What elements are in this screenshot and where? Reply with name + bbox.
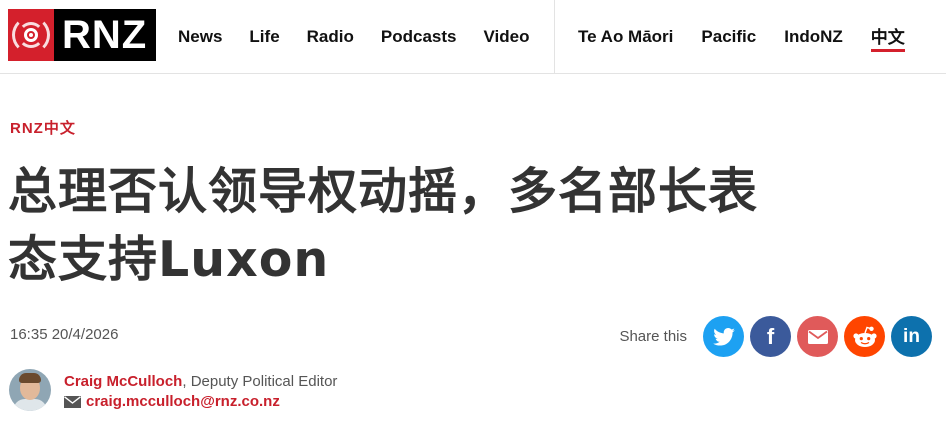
logo-text: RNZ [62,13,148,57]
twitter-icon [712,327,735,346]
main-nav: News Life Radio Podcasts Video [178,0,556,74]
author-byline: Craig McCulloch, Deputy Political Editor [64,373,337,390]
rnz-logo[interactable]: RNZ [8,9,156,61]
headline-line-1: 总理否认领导权动摇，多名部长表 [8,163,759,220]
author-role: , Deputy Political Editor [182,373,338,390]
article-headline: 总理否认领导权动摇，多名部长表 态支持Luxon [8,158,928,294]
nav-item-pacific[interactable]: Pacific [701,27,756,47]
share-label: Share this [619,328,687,345]
email-share-button[interactable] [797,316,838,357]
author-email-text: craig.mcculloch@rnz.co.nz [86,393,280,410]
headline-line-2: 态支持Luxon [8,231,330,288]
nav-item-podcasts[interactable]: Podcasts [381,27,457,47]
author-name-link[interactable]: Craig McCulloch [64,373,182,390]
nav-item-chinese[interactable]: 中文 [870,23,905,52]
nav-item-radio[interactable]: Radio [307,27,354,47]
linkedin-share-button[interactable]: in [891,316,932,357]
nav-item-te-ao-maori[interactable]: Te Ao Māori [578,27,673,47]
nav-item-news[interactable]: News [178,27,222,47]
author-email-link[interactable]: craig.mcculloch@rnz.co.nz [64,393,280,410]
facebook-icon: f [766,323,775,349]
section-kicker[interactable]: RNZ中文 [10,117,76,138]
nav-item-indonz[interactable]: IndoNZ [784,27,843,47]
nav-item-life[interactable]: Life [249,27,279,47]
nav-divider [554,0,555,74]
radio-waves-icon [8,9,54,61]
site-header: RNZ News Life Radio Podcasts Video Te Ao… [0,0,946,74]
publish-timestamp: 16:35 20/4/2026 [10,326,119,343]
linkedin-icon: in [903,325,920,347]
facebook-share-button[interactable]: f [750,316,791,357]
reddit-share-button[interactable] [844,316,885,357]
mail-icon [64,395,81,408]
share-bar: Share this f in [619,316,932,357]
nav-item-video[interactable]: Video [483,27,529,47]
reddit-icon [852,326,877,347]
secondary-nav: Te Ao Māori Pacific IndoNZ 中文 [578,0,933,74]
twitter-share-button[interactable] [703,316,744,357]
envelope-icon [807,329,828,344]
author-avatar [9,369,51,411]
